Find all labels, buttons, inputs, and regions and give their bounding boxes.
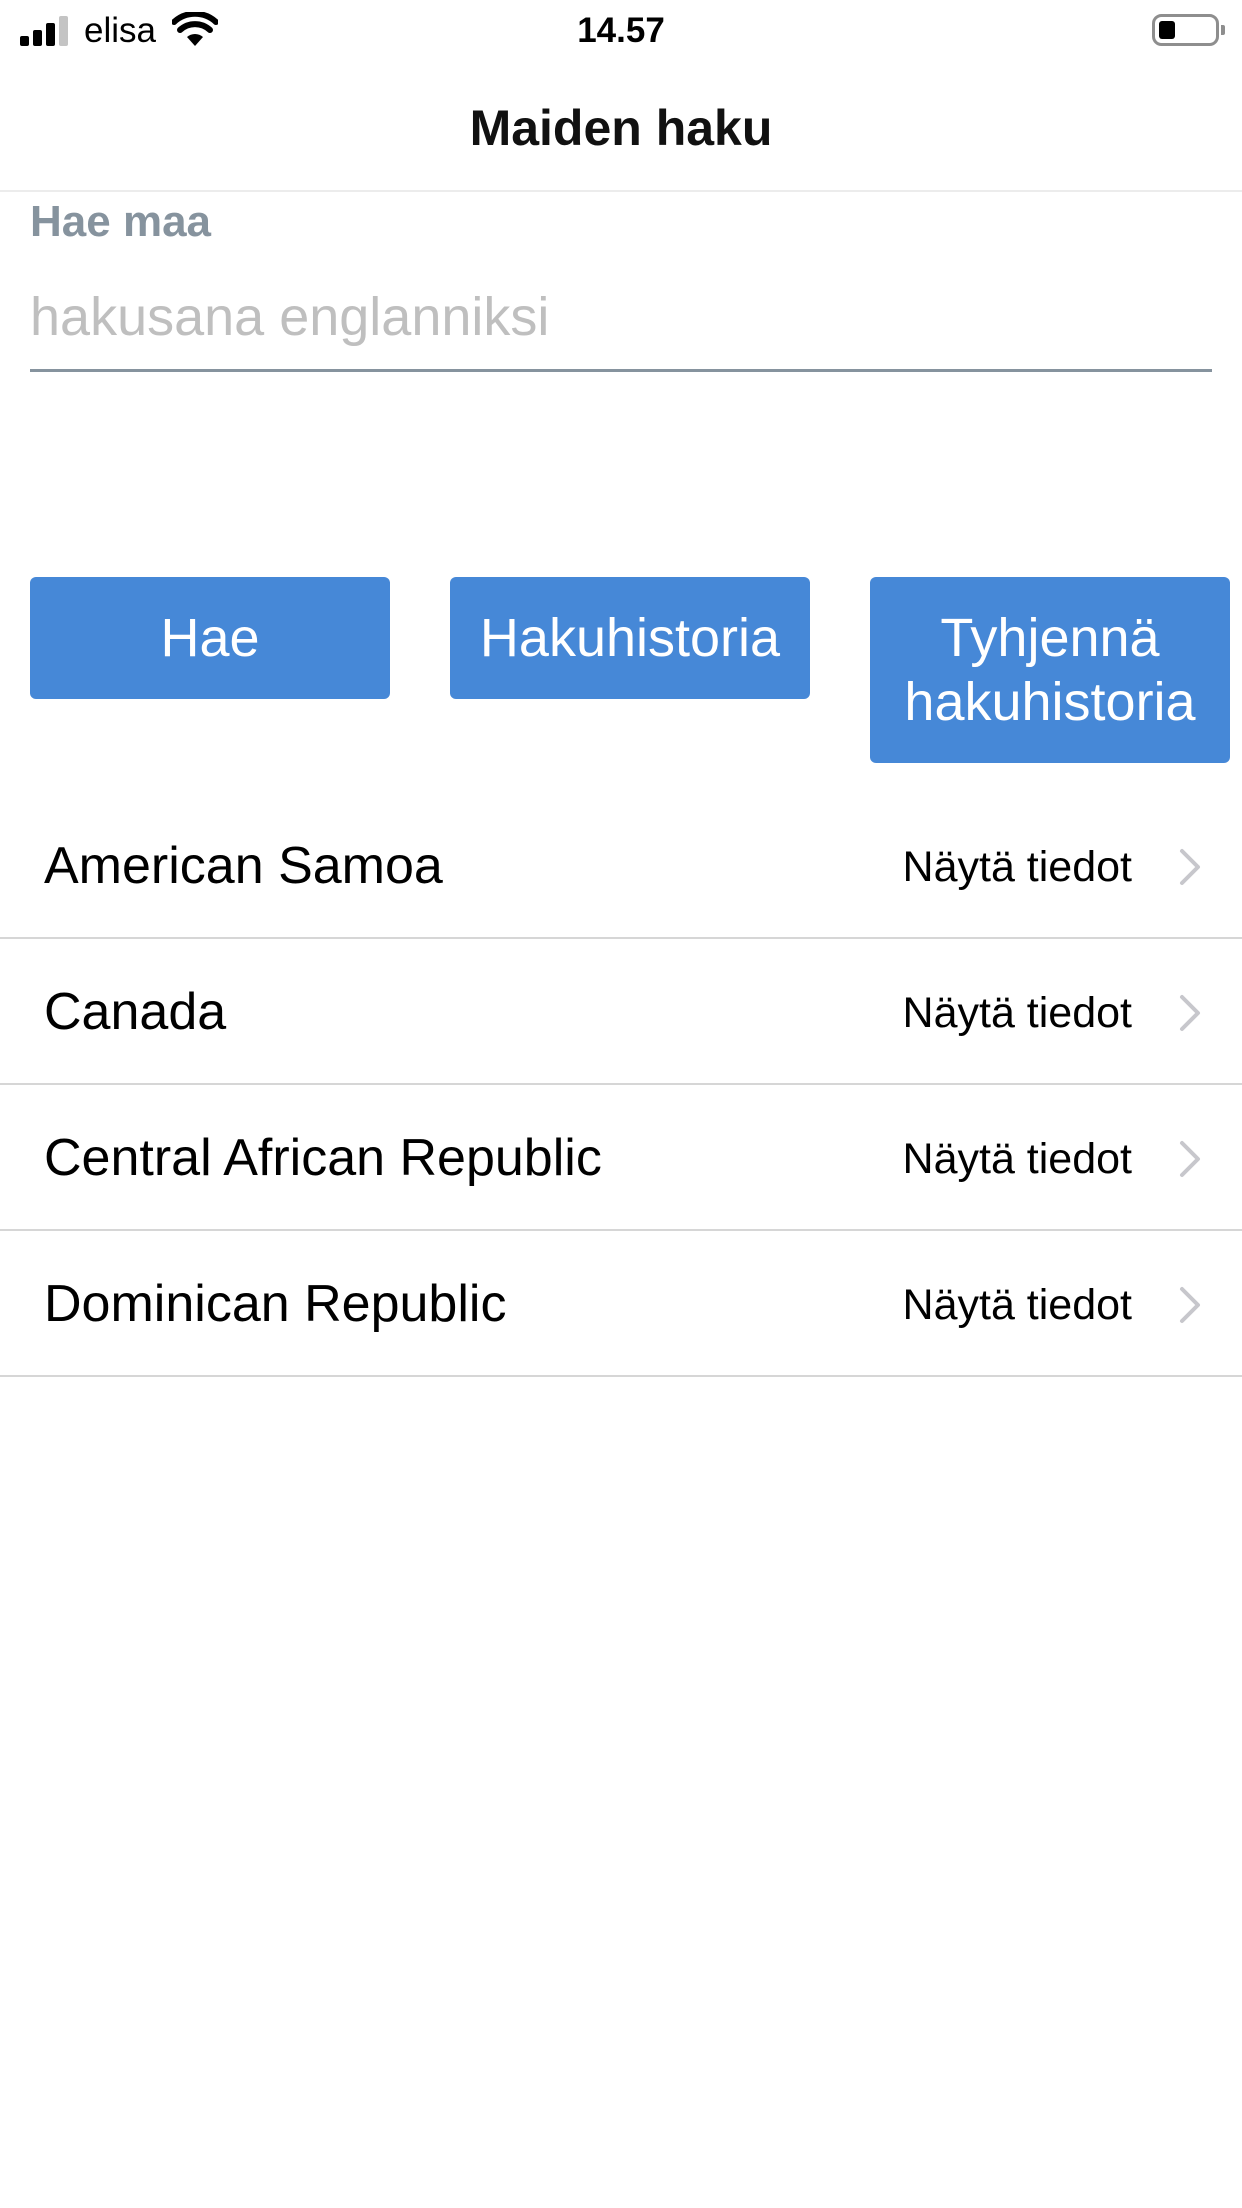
list-item[interactable]: Dominican Republic Näytä tiedot	[0, 1231, 1242, 1377]
clear-history-button-label: Tyhjennä hakuhistoria	[904, 608, 1196, 732]
search-field-label: Hae maa	[30, 197, 212, 246]
show-details-link[interactable]: Näytä tiedot	[903, 839, 1132, 895]
chevron-right-icon	[1180, 849, 1200, 885]
chevron-right-icon	[1180, 1141, 1200, 1177]
clear-history-button[interactable]: Tyhjennä hakuhistoria	[870, 577, 1230, 763]
status-time: 14.57	[577, 11, 665, 50]
page-title: Maiden haku	[469, 100, 773, 156]
chevron-right-icon	[1180, 995, 1200, 1031]
list-item[interactable]: Central African Republic Näytä tiedot	[0, 1085, 1242, 1231]
list-item[interactable]: American Samoa Näytä tiedot	[0, 793, 1242, 939]
show-details-link[interactable]: Näytä tiedot	[903, 985, 1132, 1041]
chevron-right-icon	[1180, 1287, 1200, 1323]
list-item[interactable]: Canada Näytä tiedot	[0, 939, 1242, 1085]
status-bar: elisa 14.57	[0, 0, 1242, 62]
country-name: Canada	[44, 983, 227, 1041]
search-input[interactable]	[30, 264, 1212, 372]
search-history-button-label: Hakuhistoria	[479, 608, 781, 668]
country-name: Central African Republic	[44, 1129, 602, 1187]
show-details-link[interactable]: Näytä tiedot	[903, 1131, 1132, 1187]
navigation-header: Maiden haku	[0, 62, 1242, 192]
country-list: American Samoa Näytä tiedot Canada Näytä…	[0, 793, 1242, 1377]
country-name: American Samoa	[44, 837, 443, 895]
country-name: Dominican Republic	[44, 1275, 507, 1333]
search-history-button[interactable]: Hakuhistoria	[450, 577, 810, 699]
search-button-label: Hae	[160, 608, 260, 668]
search-button[interactable]: Hae	[30, 577, 390, 699]
battery-icon	[1152, 14, 1225, 46]
show-details-link[interactable]: Näytä tiedot	[903, 1277, 1132, 1333]
